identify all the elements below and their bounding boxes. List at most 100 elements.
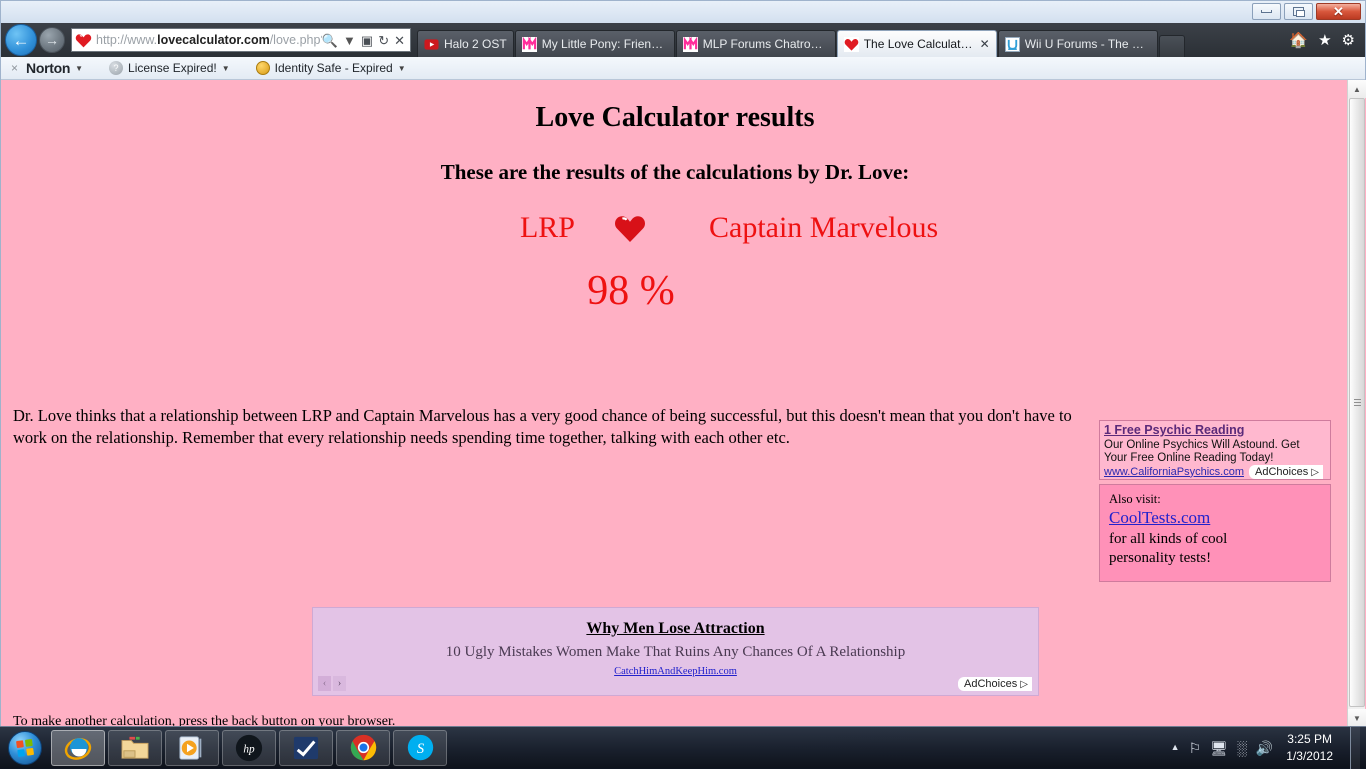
star-icon[interactable]: ★ bbox=[1318, 33, 1331, 48]
page-title: Love Calculator results bbox=[9, 102, 1341, 134]
back-button[interactable]: ← bbox=[5, 24, 37, 56]
start-button[interactable] bbox=[2, 729, 48, 767]
heart-icon bbox=[75, 32, 92, 49]
chevron-down-icon[interactable]: ▼ bbox=[222, 64, 230, 73]
norton-menu-chevron-icon[interactable]: ▼ bbox=[75, 64, 83, 73]
tab-label: My Little Pony: Friends... bbox=[542, 37, 668, 51]
heart-icon bbox=[613, 212, 647, 244]
address-bar[interactable]: http://www.lovecalculator.com/love.php?n… bbox=[71, 28, 411, 52]
norton-close-icon[interactable]: × bbox=[1, 61, 26, 75]
question-badge-icon: ? bbox=[109, 61, 123, 75]
window-controls: ✕ bbox=[1252, 3, 1361, 20]
gear-icon[interactable]: ⚙ bbox=[1342, 33, 1355, 48]
norton-toolbar: × Norton ▼ ? License Expired! ▼ Identity… bbox=[1, 57, 1365, 80]
adchoices-label: AdChoices bbox=[964, 678, 1017, 690]
show-hidden-icons-button[interactable]: ▲ bbox=[1171, 743, 1180, 752]
chevron-down-icon[interactable]: ▼ bbox=[398, 64, 406, 73]
tab-label: The Love Calculator ... bbox=[864, 37, 975, 51]
show-desktop-button[interactable] bbox=[1350, 727, 1360, 769]
internet-explorer-icon bbox=[63, 733, 93, 763]
media-player-icon bbox=[177, 734, 207, 762]
norton-license-label: License Expired! bbox=[128, 61, 217, 75]
heart-icon bbox=[844, 37, 859, 52]
scroll-down-button[interactable]: ▼ bbox=[1348, 709, 1366, 727]
close-button[interactable]: ✕ bbox=[1316, 3, 1361, 20]
cooltests-line2: personality tests! bbox=[1109, 549, 1321, 569]
banner-next-button[interactable]: › bbox=[333, 676, 346, 691]
banner-prev-button[interactable]: ‹ bbox=[318, 676, 331, 691]
forward-arrow-icon: → bbox=[45, 33, 59, 47]
taskbar-item-windows-explorer[interactable] bbox=[108, 730, 162, 766]
compatibility-view-icon[interactable]: ▣ bbox=[361, 34, 373, 47]
tab-label: Halo 2 OST bbox=[444, 37, 507, 51]
stop-icon[interactable]: ✕ bbox=[394, 34, 405, 47]
restore-icon bbox=[1293, 7, 1304, 16]
skype-icon: S bbox=[406, 733, 435, 762]
taskbar-item-hp-support[interactable]: hp bbox=[222, 730, 276, 766]
browser-tab-active[interactable]: The Love Calculator ... ✕ bbox=[837, 30, 997, 57]
back-arrow-icon: ← bbox=[13, 32, 30, 49]
browser-tab[interactable]: Halo 2 OST bbox=[417, 30, 514, 57]
banner-ad[interactable]: Why Men Lose Attraction 10 Ugly Mistakes… bbox=[312, 607, 1039, 696]
browser-tab[interactable]: My Little Pony: Friends... bbox=[515, 30, 675, 57]
taskbar: hp S ▲ ⚐ 🖥 ░ 🔊 3:25 PM 1/3/20 bbox=[0, 726, 1366, 768]
adchoices-badge-banner[interactable]: AdChoices ▷ bbox=[958, 677, 1032, 691]
action-center-flag-icon[interactable]: ⚐ bbox=[1189, 741, 1202, 755]
windows-flag-icon bbox=[16, 739, 34, 757]
browser-tab[interactable]: MLP Forums Chatroom... bbox=[676, 30, 836, 57]
vertical-scrollbar[interactable]: ▲ ▼ bbox=[1347, 80, 1365, 727]
adchoices-triangle-icon: ▷ bbox=[1020, 679, 1028, 690]
identity-safe-icon bbox=[256, 61, 270, 75]
norton-license-item[interactable]: ? License Expired! ▼ bbox=[109, 61, 230, 75]
page-subtitle: These are the results of the calculation… bbox=[9, 160, 1341, 185]
adchoices-label: AdChoices bbox=[1255, 466, 1308, 478]
restore-button[interactable] bbox=[1284, 3, 1313, 20]
minimize-button[interactable] bbox=[1252, 3, 1281, 20]
home-icon[interactable]: 🏠 bbox=[1289, 33, 1308, 48]
url-text: http://www.lovecalculator.com/love.php?n… bbox=[96, 33, 322, 47]
taskbar-item-blue-check-app[interactable] bbox=[279, 730, 333, 766]
forward-button[interactable]: → bbox=[39, 27, 65, 53]
cooltests-intro: Also visit: bbox=[1109, 491, 1321, 507]
browser-tab[interactable]: Wii U Forums - The Wo... bbox=[998, 30, 1158, 57]
system-tray: ▲ ⚐ 🖥 ░ 🔊 3:25 PM 1/3/2012 bbox=[1171, 727, 1366, 769]
close-icon: ✕ bbox=[1333, 5, 1344, 18]
new-tab-button[interactable] bbox=[1159, 35, 1185, 57]
scrollbar-thumb[interactable] bbox=[1349, 98, 1365, 707]
cooltests-box[interactable]: Also visit: CoolTests.com for all kinds … bbox=[1099, 484, 1331, 582]
psychic-ad-headline[interactable]: 1 Free Psychic Reading bbox=[1104, 423, 1244, 437]
mlp-icon bbox=[683, 37, 698, 52]
youtube-icon bbox=[424, 37, 439, 52]
address-bar-icons: 🔍 ▼ ▣ ↻ ✕ bbox=[322, 34, 408, 47]
clock[interactable]: 3:25 PM 1/3/2012 bbox=[1282, 731, 1341, 763]
chevron-down-icon[interactable]: ▼ bbox=[343, 34, 356, 47]
norton-identity-safe-item[interactable]: Identity Safe - Expired ▼ bbox=[256, 61, 406, 75]
tab-label: MLP Forums Chatroom... bbox=[703, 37, 829, 51]
signal-icon[interactable]: ░ bbox=[1237, 741, 1247, 755]
tab-label: Wii U Forums - The Wo... bbox=[1025, 37, 1151, 51]
cooltests-link[interactable]: CoolTests.com bbox=[1109, 508, 1210, 527]
browser-window: ✕ ← → http://www.lovecalculator.com/love… bbox=[0, 0, 1366, 726]
tab-close-icon[interactable]: ✕ bbox=[980, 37, 990, 51]
adchoices-badge-psychic[interactable]: AdChoices ▷ bbox=[1249, 465, 1323, 479]
taskbar-item-skype[interactable]: S bbox=[393, 730, 447, 766]
minimize-icon bbox=[1261, 10, 1272, 13]
clock-time: 3:25 PM bbox=[1286, 731, 1333, 747]
volume-icon[interactable]: 🔊 bbox=[1256, 741, 1273, 755]
name-two: Captain Marvelous bbox=[685, 211, 985, 245]
taskbar-item-google-chrome[interactable] bbox=[336, 730, 390, 766]
banner-ad-headline[interactable]: Why Men Lose Attraction bbox=[313, 620, 1038, 638]
search-icon[interactable]: 🔍 bbox=[322, 34, 338, 47]
network-icon[interactable]: 🖥 bbox=[1210, 741, 1228, 755]
psychic-ad-line1: Our Online Psychics Will Astound. Get bbox=[1104, 439, 1326, 453]
windows-logo-icon bbox=[8, 731, 42, 765]
refresh-icon[interactable]: ↻ bbox=[378, 34, 389, 47]
psychic-ad-url[interactable]: www.CaliforniaPsychics.com bbox=[1104, 466, 1244, 478]
banner-ad-url[interactable]: CatchHimAndKeepHim.com bbox=[313, 666, 1038, 677]
scroll-up-button[interactable]: ▲ bbox=[1348, 80, 1366, 98]
page-viewport: Love Calculator results These are the re… bbox=[1, 80, 1366, 727]
taskbar-item-media-player[interactable] bbox=[165, 730, 219, 766]
mlp-icon bbox=[522, 37, 537, 52]
tab-strip: Halo 2 OST My Little Pony: Friends... ML bbox=[417, 23, 1279, 57]
taskbar-item-internet-explorer[interactable] bbox=[51, 730, 105, 766]
